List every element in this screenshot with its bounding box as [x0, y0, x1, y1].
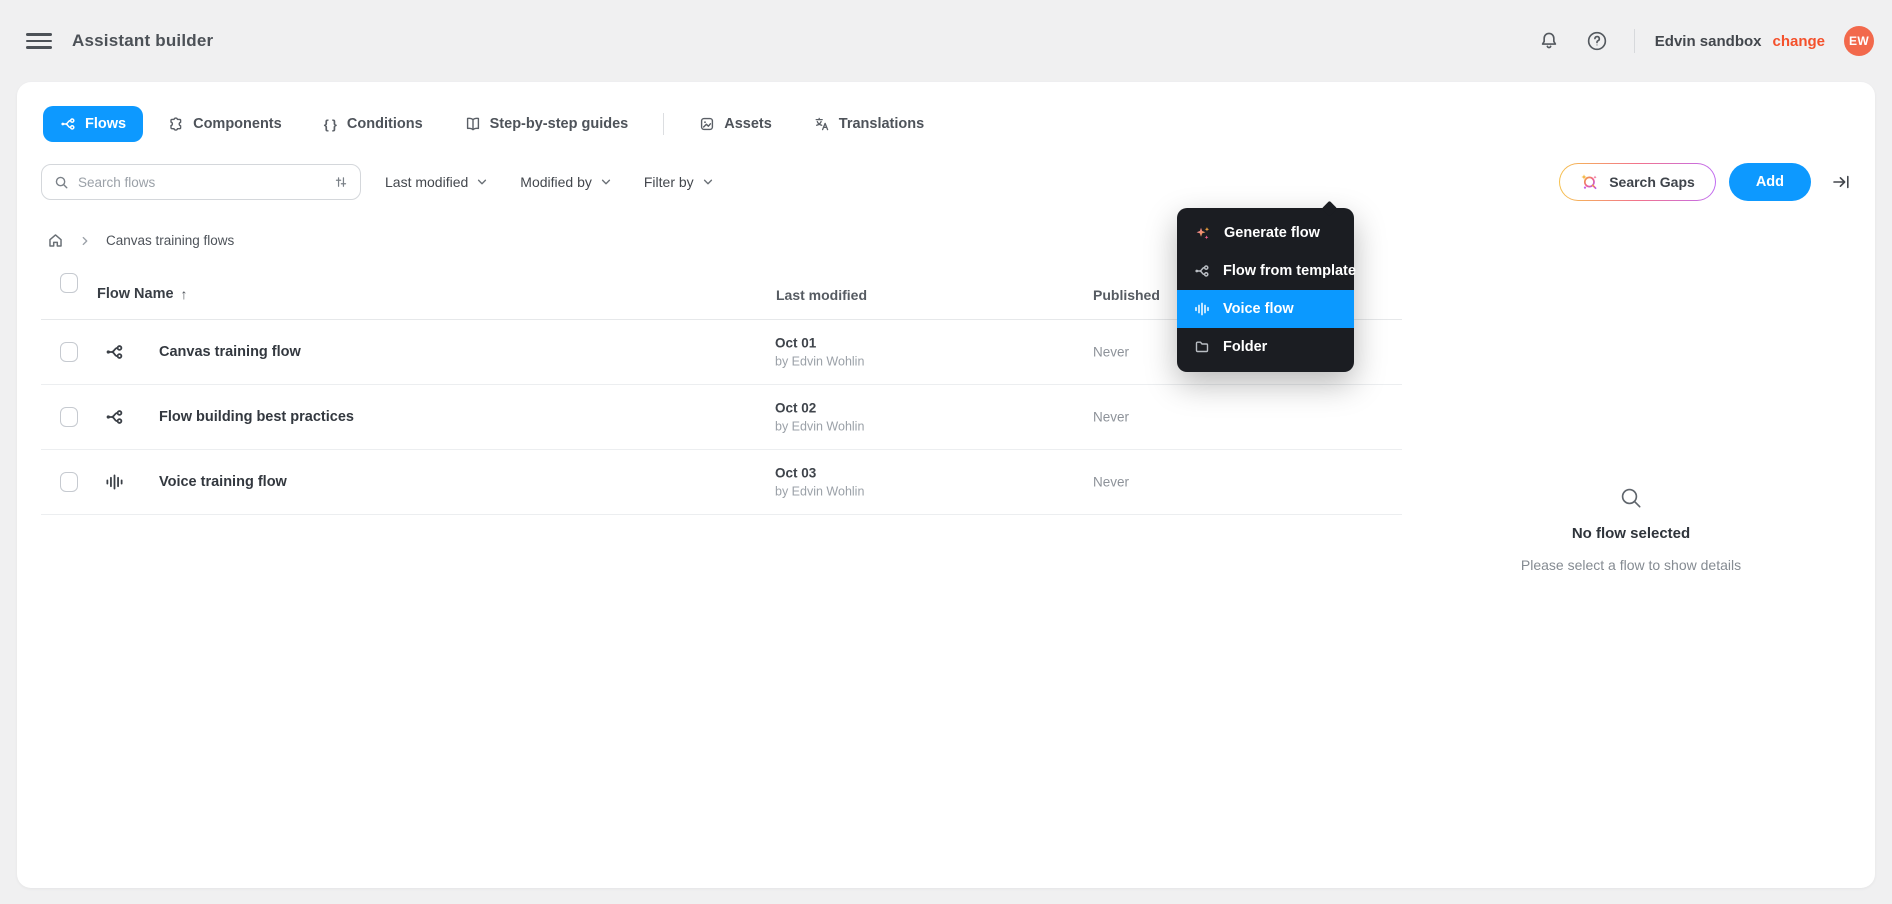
- page-title: Assistant builder: [72, 31, 214, 50]
- sort-asc-icon: ↑: [180, 286, 188, 302]
- published-cell: Never: [1093, 344, 1130, 360]
- add-button[interactable]: Add: [1728, 163, 1811, 201]
- menu-item-label: Folder: [1223, 339, 1268, 355]
- last-modified-cell: Oct 03 by Edvin Wohlin: [775, 465, 865, 499]
- add-button-label: Add: [1755, 174, 1784, 190]
- tab-components[interactable]: Components: [151, 106, 299, 142]
- header-divider: [1633, 29, 1635, 53]
- table-row[interactable]: Flow building best practices Oct 02 by E…: [41, 385, 1402, 450]
- menu-item-flow-from-template[interactable]: Flow from template: [1177, 252, 1356, 290]
- chevron-down-icon: [478, 179, 487, 185]
- last-modified-cell: Oct 02 by Edvin Wohlin: [775, 400, 865, 434]
- change-workspace-link[interactable]: change: [1772, 33, 1825, 50]
- tab-label: Conditions: [346, 116, 423, 132]
- published-cell: Never: [1093, 409, 1130, 425]
- modified-by-dropdown[interactable]: Modified by: [520, 174, 612, 190]
- filter-by-label: Filter by: [643, 174, 694, 190]
- flow-name[interactable]: Voice training flow: [159, 474, 287, 490]
- braces-icon: { }: [323, 116, 338, 132]
- tab-translations[interactable]: Translations: [797, 106, 941, 142]
- breadcrumb: Canvas training flows: [47, 232, 234, 249]
- tabs-divider: [663, 113, 665, 135]
- menu-icon[interactable]: [26, 28, 52, 54]
- sparkles-icon: [1196, 226, 1210, 239]
- search-icon: [1621, 488, 1641, 508]
- menu-item-label: Voice flow: [1223, 301, 1294, 317]
- menu-item-folder[interactable]: Folder: [1177, 328, 1354, 366]
- select-all-checkbox[interactable]: [60, 273, 78, 293]
- flow-name[interactable]: Flow building best practices: [159, 409, 354, 425]
- puzzle-icon: [170, 117, 182, 131]
- home-icon[interactable]: [47, 232, 64, 249]
- menu-item-voice-flow[interactable]: Voice flow: [1177, 290, 1354, 328]
- empty-state-subtitle: Please select a flow to show details: [1520, 557, 1742, 573]
- search-gaps-button[interactable]: Search Gaps: [1559, 163, 1716, 201]
- breadcrumb-current[interactable]: Canvas training flows: [106, 233, 234, 248]
- flow-icon: [105, 343, 124, 362]
- column-header-last-modified[interactable]: Last modified: [776, 287, 867, 303]
- book-icon: [466, 117, 479, 131]
- image-icon: [701, 117, 714, 131]
- bell-icon[interactable]: [1534, 26, 1564, 56]
- column-header-flow-name[interactable]: Flow Name ↑: [97, 286, 188, 302]
- row-checkbox[interactable]: [60, 407, 78, 427]
- flow-icon: [61, 118, 75, 130]
- flow-name[interactable]: Canvas training flow: [159, 344, 301, 360]
- add-dropdown-menu: Generate flow Flow from template Voice f…: [1177, 200, 1356, 372]
- tab-label: Assets: [724, 116, 772, 132]
- last-modified-cell: Oct 01 by Edvin Wohlin: [775, 335, 865, 369]
- top-header: Assistant builder Edvin sandbox change E…: [0, 0, 1892, 82]
- filter-by-dropdown[interactable]: Filter by: [644, 174, 714, 190]
- tab-label: Translations: [838, 116, 925, 132]
- menu-item-generate-flow[interactable]: Generate flow: [1177, 214, 1354, 252]
- folder-icon: [1195, 341, 1209, 353]
- flow-icon: [1195, 265, 1209, 277]
- table-row[interactable]: Voice training flow Oct 03 by Edvin Wohl…: [41, 450, 1402, 515]
- tab-label: Flows: [85, 116, 127, 132]
- tab-guides[interactable]: Step-by-step guides: [448, 106, 646, 142]
- menu-item-label: Generate flow: [1224, 225, 1320, 241]
- row-checkbox[interactable]: [60, 472, 78, 492]
- empty-state-title: No flow selected: [1571, 525, 1691, 542]
- tab-label: Components: [193, 116, 282, 132]
- avatar[interactable]: EW: [1844, 26, 1874, 56]
- chevron-down-icon: [601, 179, 610, 185]
- translate-icon: [815, 117, 829, 131]
- search-gaps-label: Search Gaps: [1609, 174, 1695, 190]
- tab-conditions[interactable]: { } Conditions: [307, 106, 440, 142]
- row-checkbox[interactable]: [60, 342, 78, 362]
- flow-icon: [105, 408, 124, 427]
- main-panel: Flows Components { } Conditions Step-by-…: [17, 82, 1875, 888]
- breadcrumb-chevron-icon: [79, 235, 91, 247]
- menu-item-label: Flow from template: [1223, 263, 1356, 279]
- search-box[interactable]: [41, 164, 361, 200]
- modified-by-label: Modified by: [520, 174, 592, 190]
- column-header-published[interactable]: Published: [1093, 287, 1160, 303]
- workspace-name: Edvin sandbox: [1654, 32, 1762, 50]
- tab-flows[interactable]: Flows: [43, 106, 144, 142]
- sort-dropdown[interactable]: Last modified: [385, 174, 488, 190]
- sliders-icon[interactable]: [334, 175, 348, 189]
- search-icon: [55, 176, 68, 188]
- sort-dropdown-label: Last modified: [385, 174, 469, 190]
- help-icon[interactable]: [1582, 26, 1612, 56]
- search-input[interactable]: [78, 174, 325, 190]
- arrow-to-bar-icon[interactable]: [1831, 172, 1851, 192]
- sparkle-magnifier-icon: [1581, 173, 1597, 189]
- voice-icon: [105, 473, 124, 492]
- toolbar: Last modified Modified by Filter by: [41, 163, 1851, 201]
- tab-assets[interactable]: Assets: [682, 106, 789, 142]
- details-empty-state: No flow selected Please select a flow to…: [1451, 486, 1811, 573]
- published-cell: Never: [1093, 474, 1130, 490]
- tab-label: Step-by-step guides: [489, 116, 629, 132]
- chevron-down-icon: [703, 179, 712, 185]
- voice-icon: [1195, 302, 1209, 316]
- tab-bar: Flows Components { } Conditions Step-by-…: [43, 106, 941, 142]
